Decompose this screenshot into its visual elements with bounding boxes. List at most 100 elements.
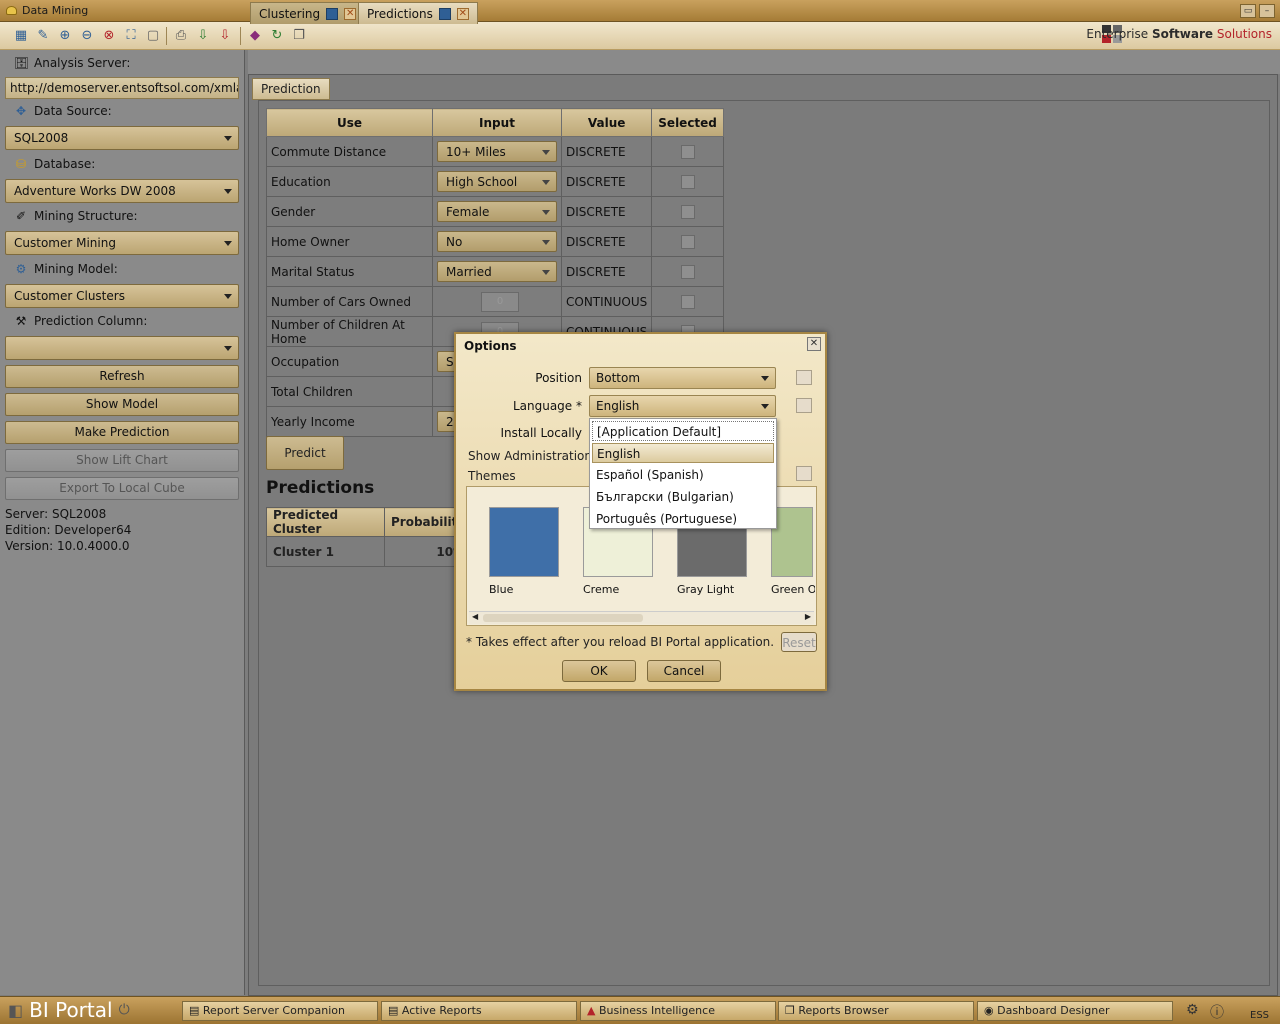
data-source-combo[interactable]: SQL2008 [5,126,239,150]
zoom-out-icon[interactable]: ⊖ [78,27,96,45]
close-icon[interactable]: ✕ [344,7,357,20]
language-dropdown-list: [Application Default] English Español (S… [589,418,777,529]
language-option[interactable]: Български (Bulgarian) [592,487,774,507]
use-cell: Education [266,166,433,197]
themes-checkbox[interactable] [796,466,812,481]
horizontal-scrollbar[interactable]: ◀ ▶ [469,611,814,624]
restore-button[interactable]: ▭ [1240,4,1256,18]
make-prediction-button[interactable]: Make Prediction [5,421,239,444]
settings-icon[interactable]: ⚙ [1186,1002,1199,1018]
edit-icon[interactable]: ✎ [34,27,52,45]
bi-portal-logo[interactable]: ◧ BI Portal ⏻ [8,998,130,1022]
numeric-spinner[interactable]: 0 [481,291,519,312]
ok-button[interactable]: OK [562,660,636,682]
value-cell: CONTINUOUS [560,286,653,317]
windows-icon[interactable]: ❐ [290,27,308,45]
language-label: Language * [512,399,582,413]
language-option[interactable]: [Application Default] [592,421,774,441]
task-report-server-companion[interactable]: ▤ Report Server Companion [182,1001,378,1021]
input-combo[interactable]: 10+ Miles [437,141,557,162]
minimize-button[interactable]: – [1259,4,1275,18]
print-icon[interactable]: ⎙ [172,27,190,45]
task-reports-browser[interactable]: ❐ Reports Browser [778,1001,974,1021]
use-cell: Gender [266,196,433,227]
prediction-column-combo[interactable] [5,336,239,360]
theme-green-label: Green O [771,583,815,596]
mining-model-icon: ⚙ [15,262,27,276]
fit-icon[interactable]: ⛶ [122,27,140,45]
scroll-right-icon[interactable]: ▶ [805,612,811,621]
position-combo[interactable]: Bottom [589,367,776,389]
export-icon[interactable]: ⇩ [216,27,234,45]
analysis-server-label: 🗄 Analysis Server: [14,56,131,70]
power-icon[interactable]: ⏻ [119,1002,130,1018]
zoom-reset-icon[interactable]: ⊗ [100,27,118,45]
reset-button[interactable]: Reset [781,632,817,652]
save-icon[interactable] [438,7,451,20]
book-icon[interactable]: ◆ [246,27,264,45]
cancel-button[interactable]: Cancel [647,660,721,682]
scroll-left-icon[interactable]: ◀ [472,612,478,621]
taskbar: ◧ BI Portal ⏻ ▤ Report Server Companion … [0,996,1280,1024]
input-combo[interactable]: No [437,231,557,252]
language-checkbox[interactable] [796,398,812,413]
save-icon[interactable] [326,7,339,20]
mining-structure-combo[interactable]: Customer Mining [5,231,239,255]
scrollbar-thumb[interactable] [483,614,643,622]
input-combo[interactable]: High School [437,171,557,192]
close-icon[interactable]: ✕ [807,337,821,351]
task-business-intelligence[interactable]: ▲ Business Intelligence [580,1001,776,1021]
table-row: Cluster 1 10% [266,536,473,567]
show-lift-chart-button[interactable]: Show Lift Chart [5,449,239,472]
zoom-in-icon[interactable]: ⊕ [56,27,74,45]
page-icon[interactable]: ▢ [144,27,162,45]
use-cell: Home Owner [266,226,433,257]
theme-blue-label: Blue [489,583,514,596]
chevron-down-icon [542,270,550,275]
predict-button[interactable]: Predict [266,436,344,470]
chevron-down-icon [224,136,232,141]
theme-green-preview[interactable] [771,507,813,577]
selected-checkbox[interactable] [680,234,695,249]
selected-checkbox[interactable] [680,144,695,159]
column-header-predicted-cluster: Predicted Cluster [266,507,385,537]
import-icon[interactable]: ⇩ [194,27,212,45]
task-active-reports[interactable]: ▤ Active Reports [381,1001,577,1021]
table-row: Number of Cars Owned 0 CONTINUOUS [266,286,724,317]
theme-blue-preview[interactable] [489,507,559,577]
tab-clustering[interactable]: Clustering ✕ [250,2,366,24]
version-info: Version: 10.0.4000.0 [5,539,130,553]
task-icon: ▲ [587,1004,599,1017]
refresh-button[interactable]: Refresh [5,365,239,388]
toolbar-separator [166,27,167,45]
export-local-cube-button[interactable]: Export To Local Cube [5,477,239,500]
info-icon[interactable]: ⓘ [1210,1002,1224,1022]
analysis-server-input[interactable]: http://demoserver.entsoftsol.com/xmla/ [5,77,239,99]
selected-checkbox[interactable] [680,294,695,309]
selected-checkbox[interactable] [680,264,695,279]
server-icon: 🗄 [14,56,30,70]
language-combo[interactable]: English [589,395,776,417]
language-option[interactable]: English [592,443,774,463]
selected-checkbox[interactable] [680,204,695,219]
tab-predictions[interactable]: Predictions ✕ [358,2,478,24]
input-combo[interactable]: Female [437,201,557,222]
server-info: Server: SQL2008 [5,507,107,521]
language-option[interactable]: Español (Spanish) [592,465,774,485]
selected-checkbox[interactable] [680,174,695,189]
ess-label: ESS [1250,1010,1270,1021]
input-combo[interactable]: Married [437,261,557,282]
database-combo[interactable]: Adventure Works DW 2008 [5,179,239,203]
refresh-icon[interactable]: ↻ [268,27,286,45]
close-icon[interactable]: ✕ [456,7,469,20]
tab-strip [248,50,1280,74]
show-model-button[interactable]: Show Model [5,393,239,416]
task-dashboard-designer[interactable]: ◉ Dashboard Designer [977,1001,1173,1021]
position-checkbox[interactable] [796,370,812,385]
tab-prediction[interactable]: Prediction [252,78,330,100]
grid-icon[interactable]: ▦ [12,27,30,45]
mining-model-combo[interactable]: Customer Clusters [5,284,239,308]
language-option[interactable]: Português (Portuguese) [592,509,774,529]
portal-icon: ◧ [8,1000,24,1020]
chevron-down-icon [542,210,550,215]
